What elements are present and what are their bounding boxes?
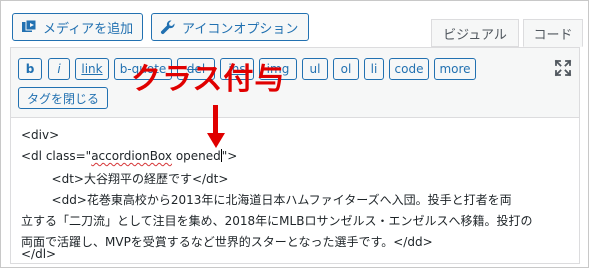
add-media-label: メディアを追加: [43, 21, 134, 37]
qt-ol-button[interactable]: ol: [333, 58, 359, 80]
editor-frame: メディアを追加 アイコンオプション ビジュアル コード b i link b-q…: [0, 0, 589, 268]
misspelled-word: accordionBox: [91, 149, 173, 163]
tab-code[interactable]: コード: [523, 19, 583, 47]
qt-close-tags-button[interactable]: タグを閉じる: [18, 87, 108, 109]
code-line-1: <div>: [21, 128, 60, 142]
qt-italic-button[interactable]: i: [48, 58, 70, 80]
qt-li-button[interactable]: li: [364, 58, 384, 80]
code-line-2: <dl class="accordionBox opened">: [21, 149, 237, 163]
annotation-label: クラス付与: [131, 62, 286, 97]
code-line-7: </dl>: [21, 247, 57, 261]
code-line-2-mid: opened: [172, 149, 221, 163]
add-media-button[interactable]: メディアを追加: [12, 13, 143, 41]
media-icon: [21, 19, 37, 35]
qt-link-button[interactable]: link: [75, 58, 109, 80]
wrench-icon: [160, 19, 176, 35]
qt-more-button[interactable]: more: [434, 58, 476, 80]
code-line-5: 立する「二刀流」として注目を集め、2018年にMLBロサンゼルス・エンゼルスへ移…: [21, 214, 533, 228]
qt-code-button[interactable]: code: [389, 58, 429, 80]
code-line-3: <dt>大谷翔平の経歴です</dt>: [21, 172, 229, 186]
quicktags-toolbar: b i link b-quote del ins img ul ol li co…: [10, 47, 580, 117]
code-line-2-post: ">: [221, 149, 238, 163]
icon-option-label: アイコンオプション: [182, 21, 299, 37]
tab-visual[interactable]: ビジュアル: [431, 19, 519, 47]
code-editor-textarea[interactable]: <div> <dl class="accordionBox opened"> <…: [10, 117, 580, 264]
qt-bold-button[interactable]: b: [18, 58, 42, 80]
code-line-2-pre: <dl class=": [21, 149, 92, 163]
code-line-6: 両面で活躍し、MVPを受賞するなど世界的スターとなった選手です。</dd>: [21, 235, 433, 249]
icon-option-button[interactable]: アイコンオプション: [151, 13, 309, 41]
fullscreen-icon[interactable]: [554, 59, 572, 77]
code-line-4: <dd>花巻東高校から2013年に北海道日本ハムファイターズへ入団。投手と打者を…: [21, 193, 512, 207]
annotation-arrow: [206, 105, 226, 149]
qt-ul-button[interactable]: ul: [302, 58, 328, 80]
